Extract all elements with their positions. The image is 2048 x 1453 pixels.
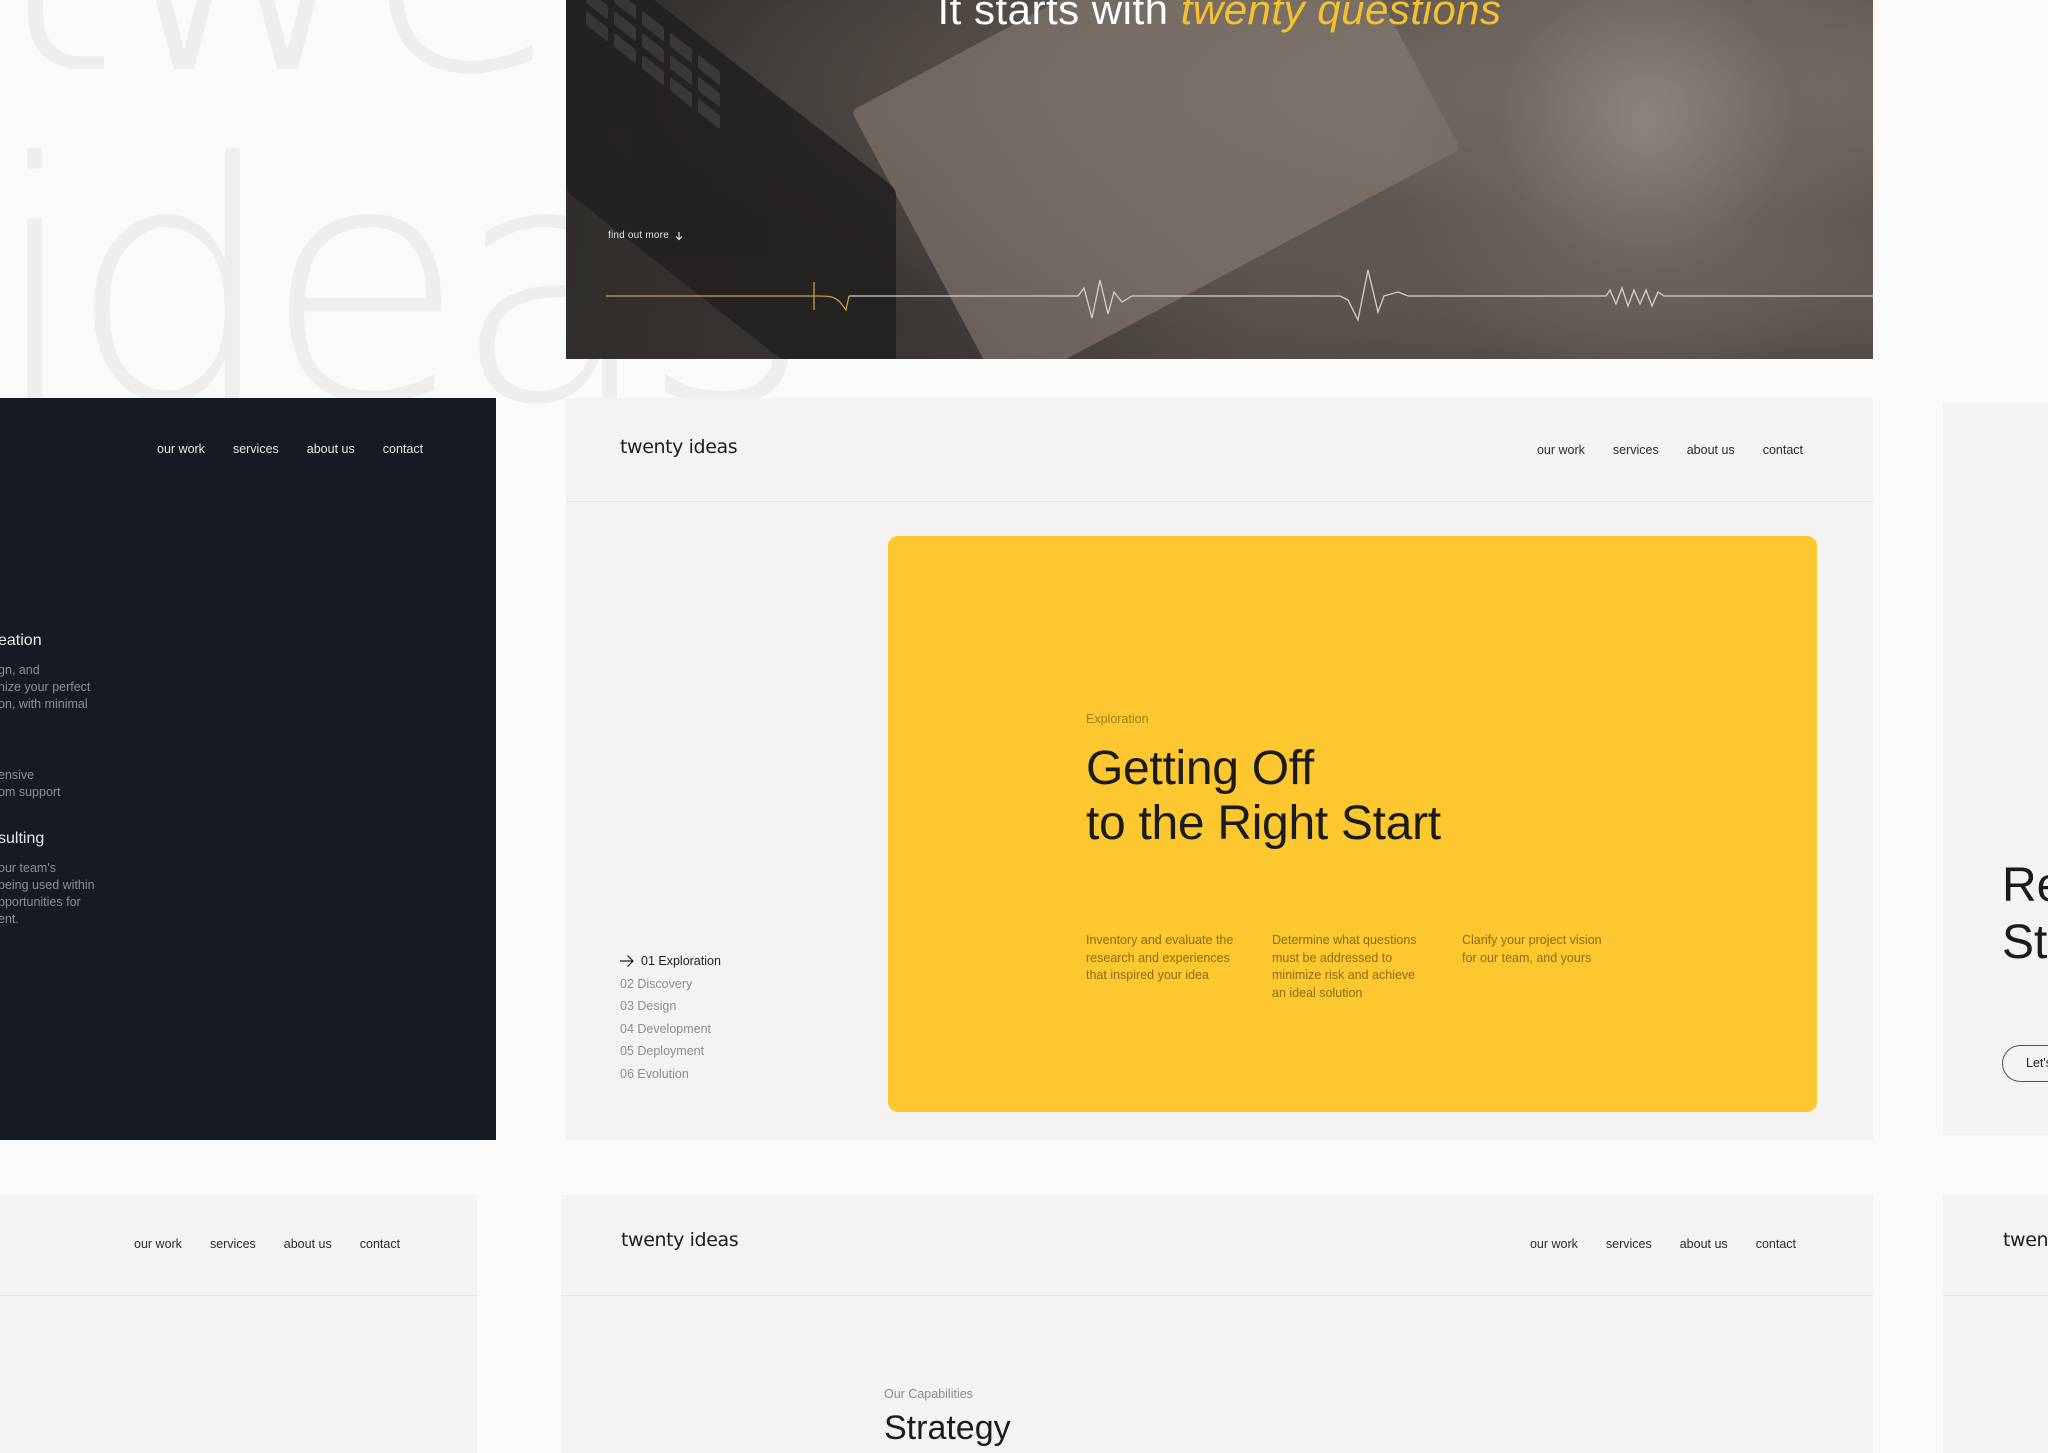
right-card-heading: Re St bbox=[2002, 859, 2048, 969]
brand-logo-partial[interactable]: twen bbox=[2003, 1229, 2048, 1251]
site-header: twenty ideas our work services about us … bbox=[566, 398, 1873, 502]
bottom-left-nav: our work services about us contact bbox=[134, 1237, 400, 1251]
panel-eyebrow: Exploration bbox=[1086, 712, 1149, 726]
timeline-wave bbox=[606, 269, 1873, 322]
nav-contact[interactable]: contact bbox=[360, 1237, 400, 1251]
nav-contact[interactable]: contact bbox=[383, 442, 423, 456]
nav-services[interactable]: services bbox=[1606, 1237, 1652, 1251]
panel-column: Inventory and evaluate the research and … bbox=[1086, 933, 1234, 982]
capabilities-nav: our work services about us contact bbox=[1530, 1237, 1796, 1251]
dark-card-nav: our work services about us contact bbox=[157, 442, 423, 456]
nav-about-us[interactable]: about us bbox=[1687, 443, 1735, 457]
nav-contact[interactable]: contact bbox=[1756, 1237, 1796, 1251]
step-item[interactable]: 04 Development bbox=[620, 1018, 721, 1041]
service-desc-line: nize your perfect bbox=[0, 680, 91, 694]
lets-talk-button[interactable]: Let's bbox=[2002, 1045, 2048, 1082]
service-desc-line: ensive bbox=[0, 768, 35, 782]
nav-about-us[interactable]: about us bbox=[307, 442, 355, 456]
nav-contact[interactable]: contact bbox=[1763, 443, 1803, 457]
service-item: ensive om support bbox=[0, 767, 61, 801]
nav-services[interactable]: services bbox=[1613, 443, 1659, 457]
capabilities-title: Strategy bbox=[884, 1409, 1011, 1447]
service-item: eation gn, and nize your perfect on, wit… bbox=[0, 632, 90, 713]
find-out-more-link[interactable]: find out more bbox=[608, 230, 684, 241]
hero-title: It starts with twenty questions bbox=[566, 0, 1873, 34]
service-desc-line: pportunities for bbox=[0, 895, 81, 909]
capabilities-eyebrow: Our Capabilities bbox=[884, 1387, 973, 1401]
arrow-right-icon bbox=[620, 955, 634, 968]
nav-our-work[interactable]: our work bbox=[134, 1237, 182, 1251]
panel-heading: Getting Off to the Right Start bbox=[1086, 742, 1441, 850]
right-preview-card: Re St Let's bbox=[1943, 403, 2048, 1135]
services-dark-card: our work services about us contact eatio… bbox=[0, 398, 496, 1140]
nav-our-work[interactable]: our work bbox=[157, 442, 205, 456]
nav-about-us[interactable]: about us bbox=[1680, 1237, 1728, 1251]
site-header: twen bbox=[1943, 1195, 2048, 1296]
brand-logo[interactable]: twenty ideas bbox=[621, 1229, 739, 1251]
step-item[interactable]: 06 Evolution bbox=[620, 1063, 721, 1086]
service-desc-line: being used within bbox=[0, 878, 95, 892]
background-word-top: twe bbox=[0, 0, 564, 120]
nav-our-work[interactable]: our work bbox=[1530, 1237, 1578, 1251]
process-steps: 01 Exploration 02 Discovery 03 Design 04… bbox=[620, 950, 721, 1085]
arrow-down-icon bbox=[675, 231, 683, 240]
step-item[interactable]: 03 Design bbox=[620, 995, 721, 1018]
service-desc-line: ent. bbox=[0, 912, 19, 926]
hero-title-accent: twenty questions bbox=[1180, 0, 1502, 33]
site-header: our work services about us contact bbox=[0, 1195, 477, 1296]
bottom-right-card: twen bbox=[1943, 1195, 2048, 1453]
step-item-active[interactable]: 01 Exploration bbox=[619, 950, 721, 973]
service-desc-line: gn, and bbox=[0, 663, 40, 677]
main-nav: our work services about us contact bbox=[1537, 443, 1803, 457]
brand-logo[interactable]: twenty ideas bbox=[620, 436, 738, 458]
step-item[interactable]: 02 Discovery bbox=[620, 973, 721, 996]
process-card: twenty ideas our work services about us … bbox=[566, 398, 1873, 1140]
step-label: 01 Exploration bbox=[641, 954, 721, 968]
panel-column: Clarify your project vision for our team… bbox=[1462, 933, 1602, 965]
bottom-left-card: our work services about us contact bbox=[0, 1195, 477, 1453]
service-desc-line: om support bbox=[0, 785, 61, 799]
service-desc-line: on, with minimal bbox=[0, 697, 88, 711]
panel-column: Determine what questions must be address… bbox=[1272, 933, 1417, 1000]
site-header: twenty ideas our work services about us … bbox=[561, 1195, 1873, 1296]
nav-services[interactable]: services bbox=[233, 442, 279, 456]
exploration-panel: Exploration Getting Off to the Right Sta… bbox=[888, 536, 1817, 1112]
capabilities-card: twenty ideas our work services about us … bbox=[561, 1195, 1873, 1453]
step-item[interactable]: 05 Deployment bbox=[620, 1040, 721, 1063]
nav-our-work[interactable]: our work bbox=[1537, 443, 1585, 457]
service-desc-line: our team's bbox=[0, 861, 56, 875]
nav-about-us[interactable]: about us bbox=[284, 1237, 332, 1251]
service-item: sulting our team's being used within ppo… bbox=[0, 830, 95, 928]
service-title: eation bbox=[0, 632, 42, 649]
find-out-more-label: find out more bbox=[608, 230, 669, 241]
service-title: sulting bbox=[0, 830, 45, 847]
hero-section: It starts with twenty questions find out… bbox=[566, 0, 1873, 359]
nav-services[interactable]: services bbox=[210, 1237, 256, 1251]
hero-title-main: It starts with bbox=[937, 0, 1169, 33]
